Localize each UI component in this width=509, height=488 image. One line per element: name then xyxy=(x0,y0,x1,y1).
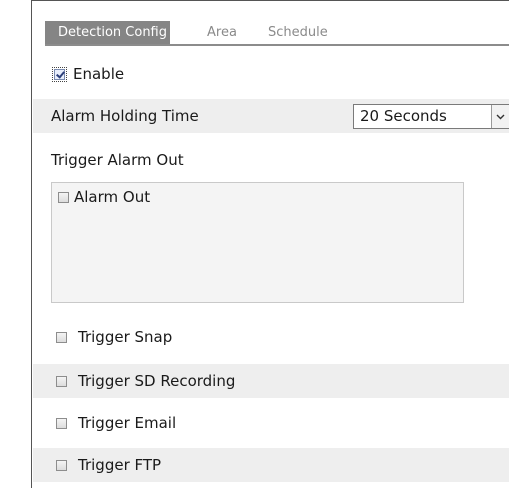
trigger-email-checkbox[interactable] xyxy=(56,418,67,429)
alarm-holding-time-label: Alarm Holding Time xyxy=(51,107,199,125)
trigger-alarm-out-row: Trigger Alarm Out xyxy=(33,143,509,177)
enable-row: Enable xyxy=(33,57,509,91)
chevron-down-icon[interactable] xyxy=(491,105,509,128)
tab-bar: Detection Config Area Schedule xyxy=(45,21,509,46)
alarm-holding-time-value: 20 Seconds xyxy=(360,107,447,125)
tab-detection-config[interactable]: Detection Config xyxy=(45,21,170,44)
trigger-snap-row: Trigger Snap xyxy=(33,320,509,354)
trigger-email-label: Trigger Email xyxy=(78,414,177,432)
trigger-sd-recording-row: Trigger SD Recording xyxy=(33,364,509,398)
trigger-ftp-label: Trigger FTP xyxy=(78,456,162,474)
alarm-out-label: Alarm Out xyxy=(74,188,151,206)
enable-checkbox[interactable] xyxy=(54,69,65,80)
trigger-ftp-row: Trigger FTP xyxy=(33,448,509,482)
alarm-out-list: Alarm Out xyxy=(51,182,464,303)
trigger-email-row: Trigger Email xyxy=(33,406,509,440)
trigger-sd-recording-label: Trigger SD Recording xyxy=(78,372,236,390)
tab-area[interactable]: Area xyxy=(207,21,237,44)
detection-config-panel: Detection Config Area Schedule Enable Al… xyxy=(31,0,509,488)
alarm-out-checkbox[interactable] xyxy=(58,192,69,203)
trigger-alarm-out-label: Trigger Alarm Out xyxy=(51,151,184,169)
trigger-snap-checkbox[interactable] xyxy=(56,332,67,343)
trigger-ftp-checkbox[interactable] xyxy=(56,460,67,471)
trigger-snap-label: Trigger Snap xyxy=(78,328,173,346)
alarm-holding-time-row: Alarm Holding Time 20 Seconds xyxy=(33,99,509,133)
tab-schedule[interactable]: Schedule xyxy=(268,21,328,44)
trigger-sd-recording-checkbox[interactable] xyxy=(56,376,67,387)
alarm-holding-time-select[interactable]: 20 Seconds xyxy=(353,104,509,129)
enable-label: Enable xyxy=(73,65,125,83)
